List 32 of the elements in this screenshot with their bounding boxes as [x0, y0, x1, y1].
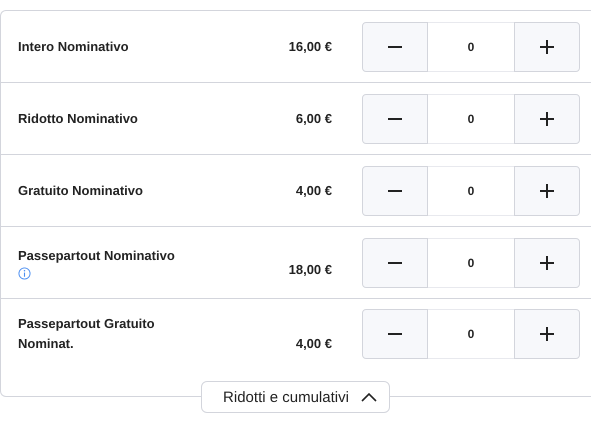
plus-icon — [540, 256, 554, 270]
decrease-button[interactable] — [362, 238, 428, 288]
ticket-price: 16,00 € — [288, 38, 332, 56]
minus-icon — [388, 262, 402, 264]
plus-icon — [540, 112, 554, 126]
ticket-name: Passepartout Gratuito Nominat. — [18, 315, 156, 353]
increase-button[interactable] — [514, 166, 580, 216]
minus-icon — [388, 190, 402, 192]
minus-icon — [388, 46, 402, 48]
ticket-name: Gratuito Nominativo — [18, 182, 143, 200]
ticket-price: 4,00 € — [296, 335, 332, 353]
ticket-price: 6,00 € — [296, 110, 332, 128]
decrease-button[interactable] — [362, 22, 428, 72]
plus-icon — [540, 327, 554, 341]
toggle-button[interactable]: Ridotti e cumulativi — [201, 381, 390, 413]
info-icon[interactable] — [18, 266, 31, 280]
ticket-name: Passepartout Nominativo — [18, 246, 175, 265]
plus-icon — [540, 40, 554, 54]
increase-button[interactable] — [514, 94, 580, 144]
ticket-name: Ridotto Nominativo — [18, 110, 138, 128]
ticket-price: 4,00 € — [296, 182, 332, 200]
decrease-button[interactable] — [362, 94, 428, 144]
increase-button[interactable] — [514, 309, 580, 359]
increase-button[interactable] — [514, 238, 580, 288]
minus-icon — [388, 333, 402, 335]
increase-button[interactable] — [514, 22, 580, 72]
decrease-button[interactable] — [362, 309, 428, 359]
plus-icon — [540, 184, 554, 198]
minus-icon — [388, 118, 402, 120]
decrease-button[interactable] — [362, 166, 428, 216]
ticket-price: 18,00 € — [288, 260, 332, 278]
ticket-name: Intero Nominativo — [18, 38, 129, 56]
